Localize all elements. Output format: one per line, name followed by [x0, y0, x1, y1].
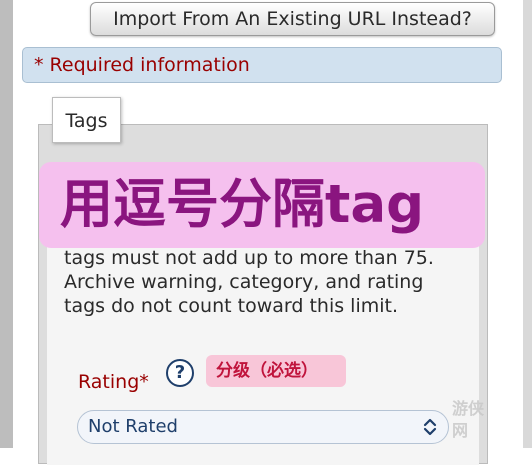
required-information-notice: * Required information: [22, 47, 502, 83]
right-page-border: [523, 0, 532, 448]
rating-label: Rating*: [78, 371, 149, 393]
tag-annotation-text: 用逗号分隔tag: [60, 174, 425, 235]
tags-legend: Tags: [52, 97, 121, 143]
left-page-border: [0, 0, 13, 448]
rating-help-icon[interactable]: ?: [166, 359, 194, 387]
rating-selected-value: Not Rated: [88, 416, 178, 437]
import-from-url-button[interactable]: Import From An Existing URL Instead?: [90, 2, 495, 36]
watermark: 游侠 网: [452, 399, 485, 440]
rating-select[interactable]: Not Rated: [77, 410, 449, 444]
rating-annotation: 分级（必选）: [206, 355, 346, 387]
tags-help-text: tags must not add up to more than 75. Ar…: [64, 247, 434, 317]
select-chevron-icon: [423, 418, 437, 436]
